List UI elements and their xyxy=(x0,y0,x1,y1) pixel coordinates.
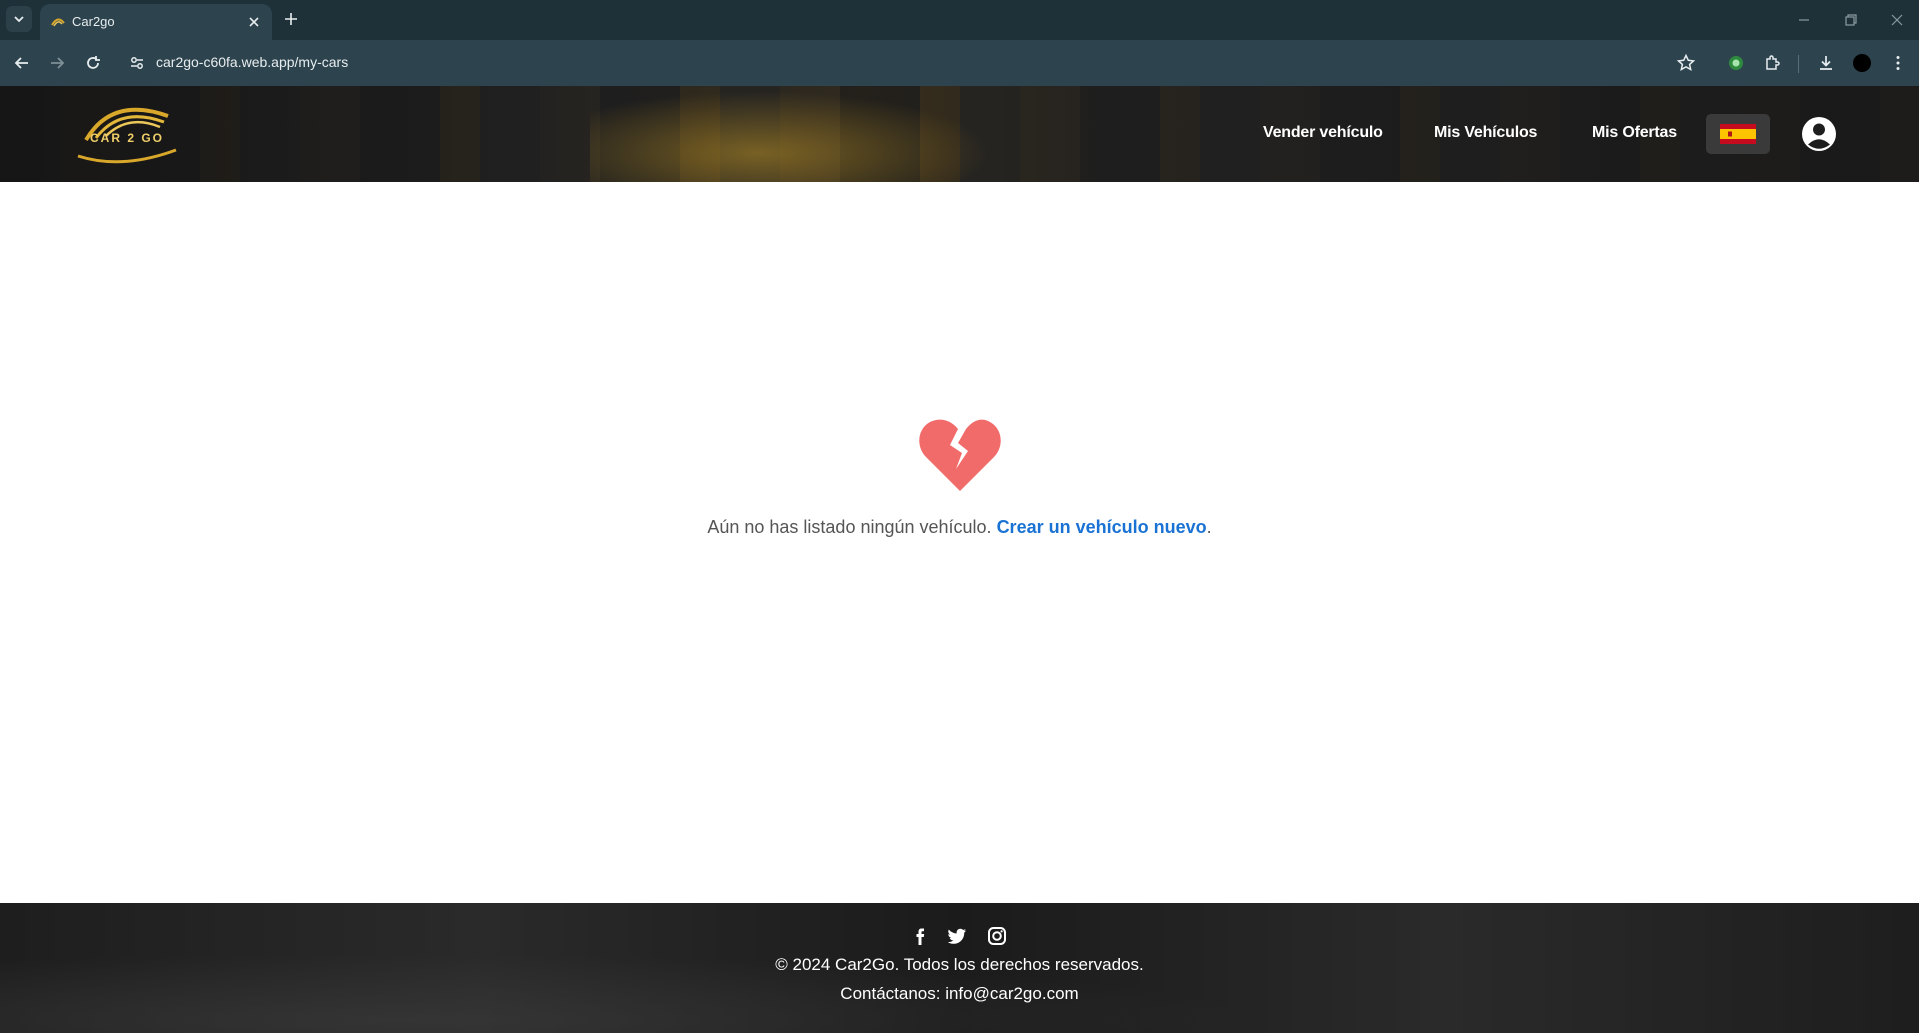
close-window-icon[interactable] xyxy=(1889,12,1905,28)
extensions-puzzle-icon[interactable] xyxy=(1762,53,1782,73)
tab-title: Car2go xyxy=(72,14,115,29)
footer-copyright: © 2024 Car2Go. Todos los derechos reserv… xyxy=(775,955,1144,974)
reload-icon[interactable] xyxy=(83,53,103,73)
car2go-favicon-icon xyxy=(51,18,65,27)
create-vehicle-link[interactable]: Crear un vehículo nuevo xyxy=(997,517,1207,537)
empty-state-text: Aún no has listado ningún vehículo. xyxy=(707,517,992,537)
toolbar-divider xyxy=(1798,55,1799,73)
user-account-icon[interactable] xyxy=(1801,116,1837,152)
nav-sell-vehicle[interactable]: Vender vehículo xyxy=(1263,124,1383,142)
extension-shield-icon[interactable] xyxy=(1726,53,1746,73)
site-footer: © 2024 Car2Go. Todos los derechos reserv… xyxy=(0,903,1919,1033)
browser-toolbar: car2go-c60fa.web.app/my-cars xyxy=(0,40,1919,86)
minimize-icon[interactable] xyxy=(1796,12,1812,28)
forward-arrow-icon[interactable] xyxy=(47,53,67,73)
footer-contact: Contáctanos: info@car2go.com xyxy=(840,984,1079,1003)
address-bar-url[interactable]: car2go-c60fa.web.app/my-cars xyxy=(156,54,348,70)
header-background-image xyxy=(590,86,1010,182)
browser-tab-bar: Car2go xyxy=(0,0,1919,40)
facebook-icon[interactable] xyxy=(910,925,932,947)
site-settings-icon[interactable] xyxy=(127,53,147,73)
new-tab-icon[interactable] xyxy=(282,10,300,28)
chevron-down-icon xyxy=(14,16,24,23)
car2go-logo[interactable]: CAR 2 GO xyxy=(72,94,182,170)
main-content: Aún no has listado ningún vehículo. Crea… xyxy=(0,182,1919,903)
close-tab-icon[interactable] xyxy=(246,14,262,30)
restore-icon[interactable] xyxy=(1843,12,1859,28)
profile-avatar-icon[interactable] xyxy=(1852,53,1872,73)
browser-tab-active[interactable]: Car2go xyxy=(40,4,272,40)
download-icon[interactable] xyxy=(1816,53,1836,73)
twitter-icon[interactable] xyxy=(946,925,968,947)
empty-state-message: Aún no has listado ningún vehículo. Crea… xyxy=(0,517,1919,538)
back-arrow-icon[interactable] xyxy=(12,53,32,73)
language-selector[interactable] xyxy=(1706,114,1770,154)
browser-menu-icon[interactable] xyxy=(1888,53,1908,73)
logo-text: CAR 2 GO xyxy=(90,131,164,145)
nav-my-vehicles[interactable]: Mis Vehículos xyxy=(1434,124,1537,142)
instagram-icon[interactable] xyxy=(986,925,1008,947)
empty-state-suffix: . xyxy=(1206,517,1212,537)
tab-list-button[interactable] xyxy=(6,6,32,32)
nav-my-offers[interactable]: Mis Ofertas xyxy=(1592,124,1677,142)
bookmark-star-icon[interactable] xyxy=(1676,53,1696,73)
site-header: CAR 2 GO Vender vehículo Mis Vehículos M… xyxy=(0,86,1919,182)
broken-heart-icon xyxy=(919,419,1001,491)
spain-flag-icon xyxy=(1720,124,1756,144)
